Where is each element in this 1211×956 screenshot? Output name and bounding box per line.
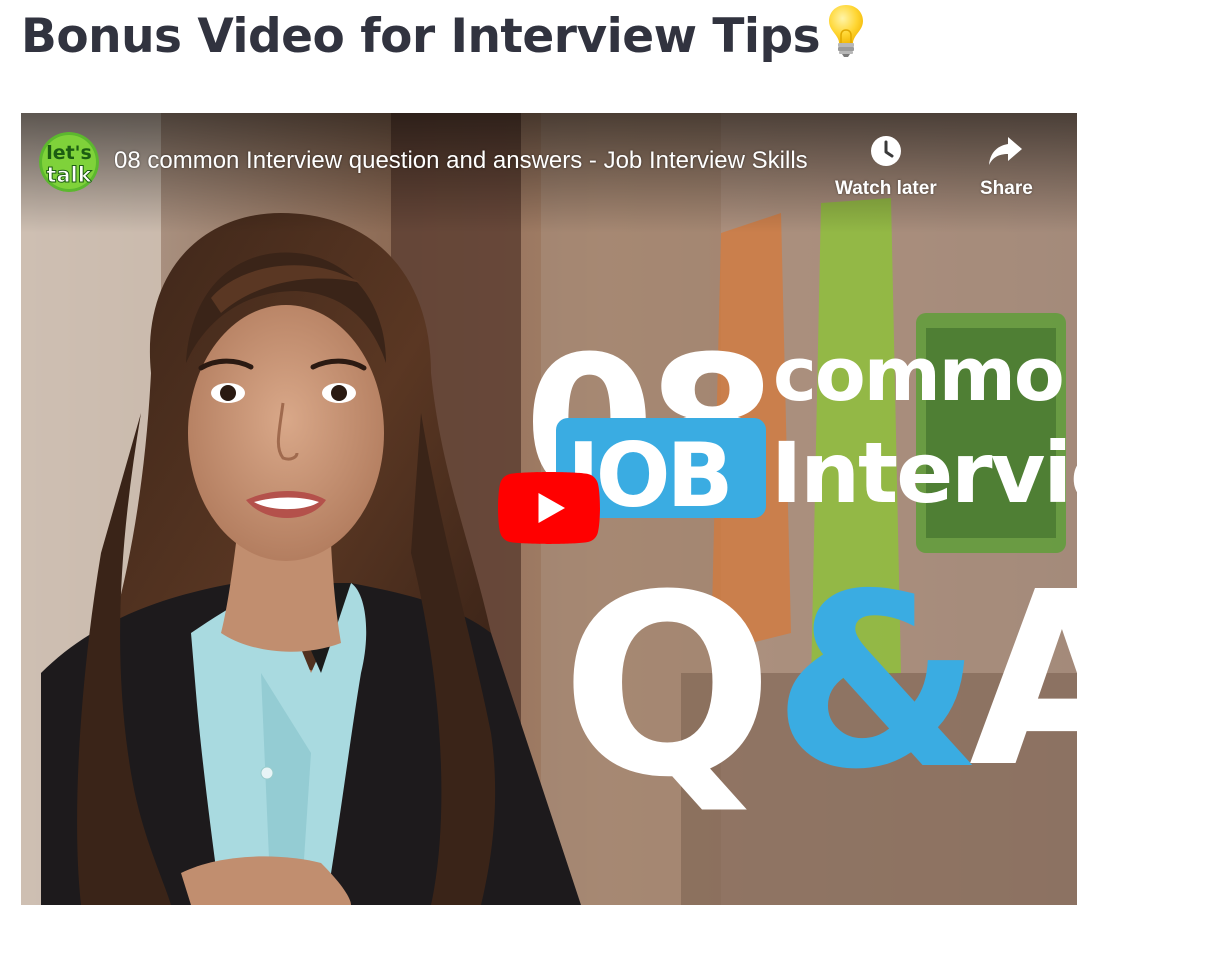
video-title-link[interactable]: 08 common Interview question and answers… xyxy=(114,146,814,176)
watch-later-label: Watch later xyxy=(835,178,937,199)
share-button[interactable]: Share xyxy=(980,131,1033,200)
share-arrow-icon xyxy=(986,131,1026,171)
clock-icon xyxy=(866,131,906,171)
watch-later-button[interactable]: Watch later xyxy=(835,131,937,200)
thumb-text-common: commo xyxy=(773,332,1063,418)
channel-avatar[interactable]: let's talk xyxy=(39,132,99,192)
share-label: Share xyxy=(980,178,1033,199)
lightbulb-icon xyxy=(826,2,866,75)
page-title-text: Bonus Video for Interview Tips xyxy=(21,9,821,64)
thumb-text-a: A xyxy=(969,540,1077,820)
video-embed[interactable]: 08 commo JOB Intervie Q & A let's talk 0… xyxy=(21,113,1077,905)
page-title: Bonus Video for Interview Tips xyxy=(21,2,866,75)
thumb-text-interview: Intervie xyxy=(771,424,1077,522)
play-icon xyxy=(498,472,600,544)
thumb-text-amp: & xyxy=(773,542,982,822)
play-button[interactable] xyxy=(498,472,600,544)
channel-logo-line1: let's xyxy=(46,142,92,164)
channel-logo-line2: talk xyxy=(46,163,92,187)
thumb-text-q: Q xyxy=(561,541,774,832)
